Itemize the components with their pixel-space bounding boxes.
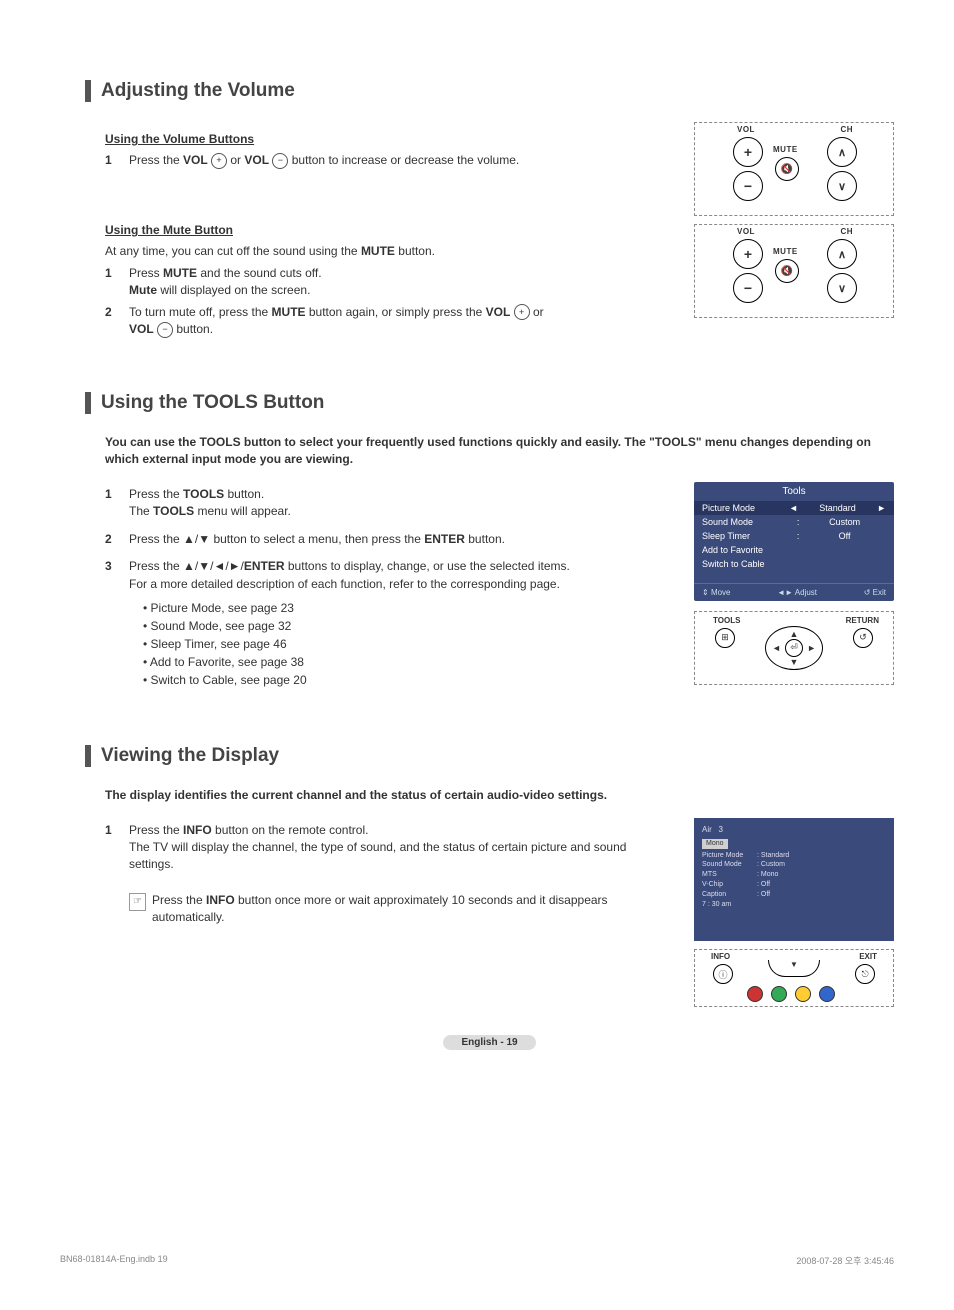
info-osd: Air 3 Mono Picture Mode: Standard Sound … (694, 818, 894, 942)
tools-menu-footer: ⇕ Move ◄► Adjust ↺ Exit (694, 583, 894, 601)
mute-button[interactable]: 🔇 (775, 157, 799, 181)
label-ch: CH (840, 125, 853, 134)
remote-diagram-info: INFO EXIT ⓘ ⎋ ▼ (694, 949, 894, 1007)
remote-diagram-nav: TOOLS RETURN ⊞ ↺ ▲ ▼ ◄ ► ⏎ (694, 611, 894, 685)
label-mute: MUTE (773, 145, 798, 154)
note-icon: ☞ (129, 893, 146, 912)
label-return: RETURN (846, 616, 879, 625)
vol-minus-button[interactable]: − (733, 273, 763, 303)
red-button[interactable] (747, 986, 763, 1002)
minus-icon: − (272, 153, 288, 169)
ch-up-button[interactable]: ∧ (827, 137, 857, 167)
tools-intro: You can use the TOOLS button to select y… (105, 434, 874, 468)
info-button[interactable]: ⓘ (713, 964, 733, 984)
vol-minus-button[interactable]: − (733, 171, 763, 201)
tools-menu-title: Tools (694, 482, 894, 501)
return-button[interactable]: ↺ (853, 628, 873, 648)
step-number: 1 (105, 265, 129, 300)
mono-badge: Mono (702, 839, 728, 849)
yellow-button[interactable] (795, 986, 811, 1002)
step-text: To turn mute off, press the MUTE button … (129, 304, 674, 339)
blue-button[interactable] (819, 986, 835, 1002)
step-text: Press the ▲/▼ button to select a menu, t… (129, 531, 674, 548)
tools-menu-row-selected: Picture Mode ◄ Standard ► (694, 501, 894, 515)
label-exit: EXIT (859, 952, 877, 961)
label-mute: MUTE (773, 247, 798, 256)
subheading-volume-buttons: Using the Volume Buttons (105, 132, 674, 146)
ch-down-button[interactable]: ∨ (827, 171, 857, 201)
mute-button[interactable]: 🔇 (775, 259, 799, 283)
ch-down-button[interactable]: ∨ (827, 273, 857, 303)
step-text: Press the VOL + or VOL − button to incre… (129, 152, 674, 169)
tools-button[interactable]: ⊞ (715, 628, 735, 648)
tools-bullets: • Picture Mode, see page 23 • Sound Mode… (143, 599, 674, 689)
vol-plus-button[interactable]: + (733, 239, 763, 269)
section-tools-button: Using the TOOLS Button (85, 392, 894, 414)
step-number: 1 (105, 152, 129, 169)
step-text: Press MUTE and the sound cuts off. Mute … (129, 265, 674, 300)
step-text: Press the TOOLS button. The TOOLS menu w… (129, 486, 674, 521)
step-number: 2 (105, 304, 129, 339)
label-ch: CH (840, 227, 853, 236)
label-tools: TOOLS (713, 616, 740, 625)
info-note: ☞ Press the INFO button once more or wai… (129, 892, 674, 927)
section-viewing-display: Viewing the Display (85, 745, 894, 767)
section-adjusting-volume: Adjusting the Volume (85, 80, 894, 102)
step-text: Press the ▲/▼/◄/►/ENTER buttons to displ… (129, 558, 674, 593)
step-number: 3 (105, 558, 129, 593)
tools-menu-row: Switch to Cable (694, 557, 894, 583)
step-number: 1 (105, 486, 129, 521)
tools-menu-row: Add to Favorite (694, 543, 894, 557)
remote-diagram-volume: VOL CH MUTE + − ∧ ∨ 🔇 (694, 122, 894, 216)
label-vol: VOL (737, 227, 755, 236)
tools-menu-row: Sleep Timer:Off (694, 529, 894, 543)
remote-diagram-mute: VOL CH MUTE + − ∧ ∨ 🔇 (694, 224, 894, 318)
dpad[interactable]: ▲ ▼ ◄ ► ⏎ (765, 626, 823, 670)
page-number: English - 19 (85, 1037, 894, 1048)
minus-icon: − (157, 322, 173, 338)
step-number: 2 (105, 531, 129, 548)
tools-osd-menu: Tools Picture Mode ◄ Standard ► Sound Mo… (694, 482, 894, 601)
down-arc: ▼ (768, 960, 820, 977)
step-text: Press the INFO button on the remote cont… (129, 822, 674, 874)
mute-intro: At any time, you can cut off the sound u… (105, 243, 674, 260)
vol-plus-button[interactable]: + (733, 137, 763, 167)
ch-up-button[interactable]: ∧ (827, 239, 857, 269)
plus-icon: + (211, 153, 227, 169)
print-footer: BN68-01814A-Eng.indb 19 2008-07-28 오후 3:… (0, 1250, 954, 1277)
subheading-mute-button: Using the Mute Button (105, 223, 674, 237)
label-info: INFO (711, 952, 730, 961)
step-number: 1 (105, 822, 129, 874)
exit-button[interactable]: ⎋ (855, 964, 875, 984)
enter-button[interactable]: ⏎ (785, 639, 803, 657)
green-button[interactable] (771, 986, 787, 1002)
label-vol: VOL (737, 125, 755, 134)
display-intro: The display identifies the current chann… (105, 787, 874, 804)
tools-menu-row: Sound Mode:Custom (694, 515, 894, 529)
plus-icon: + (514, 304, 530, 320)
